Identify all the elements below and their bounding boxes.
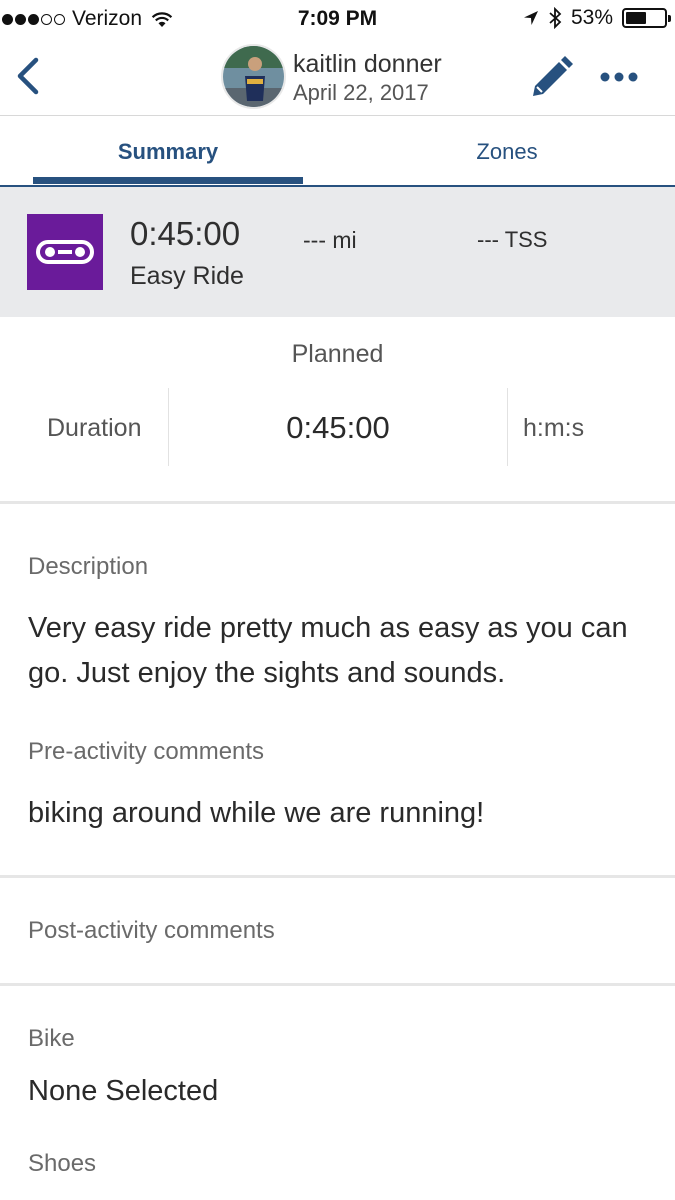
- athlete-name: kaitlin donner: [293, 50, 442, 78]
- tab-summary[interactable]: Summary: [33, 139, 303, 165]
- workout-distance: --- mi: [303, 227, 357, 253]
- status-right: 53%: [523, 6, 671, 30]
- description-text[interactable]: Very easy ride pretty much as easy as yo…: [28, 606, 658, 696]
- battery-icon: [622, 8, 671, 28]
- status-bar: Verizon 7:09 PM 53%: [0, 0, 675, 38]
- pencil-icon[interactable]: [527, 54, 575, 102]
- section-divider: [0, 875, 675, 878]
- more-icon[interactable]: [598, 62, 640, 92]
- divider: [507, 388, 508, 466]
- planned-duration-value[interactable]: 0:45:00: [168, 410, 508, 446]
- section-divider: [0, 501, 675, 504]
- bike-value[interactable]: None Selected: [28, 1069, 658, 1114]
- tab-bar: Summary Zones: [0, 117, 675, 187]
- workout-header: 0:45:00 Easy Ride --- mi --- TSS: [0, 187, 675, 317]
- battery-level: [626, 12, 646, 24]
- battery-percent: 53%: [570, 6, 613, 29]
- planned-duration-label: Duration: [47, 414, 142, 442]
- section-divider: [0, 983, 675, 986]
- planned-heading: Planned: [291, 340, 384, 368]
- planned-duration-unit: h:m:s: [523, 414, 585, 442]
- shoes-label[interactable]: Shoes: [28, 1150, 96, 1178]
- planned-duration-row: Duration 0:45:00 h:m:s: [0, 388, 675, 468]
- description-label: Description: [28, 553, 149, 580]
- workout-tss: --- TSS: [477, 227, 548, 252]
- workout-duration: 0:45:00: [130, 215, 241, 252]
- bluetooth-icon: [549, 7, 562, 29]
- back-chevron-icon[interactable]: [12, 54, 46, 98]
- avatar[interactable]: [221, 44, 286, 109]
- tab-zones[interactable]: Zones: [372, 139, 642, 165]
- pre-activity-text[interactable]: biking around while we are running!: [28, 791, 658, 836]
- workout-date: April 22, 2017: [293, 80, 429, 105]
- pre-activity-label: Pre-activity comments: [28, 738, 265, 765]
- workout-title: Easy Ride: [130, 262, 244, 290]
- nav-bar: kaitlin donner April 22, 2017: [0, 38, 675, 116]
- post-activity-label[interactable]: Post-activity comments: [28, 917, 275, 945]
- location-arrow-icon: [523, 11, 538, 25]
- bike-label: Bike: [28, 1025, 75, 1052]
- selected-tab-indicator: [33, 177, 303, 184]
- bike-chain-icon: [27, 214, 103, 290]
